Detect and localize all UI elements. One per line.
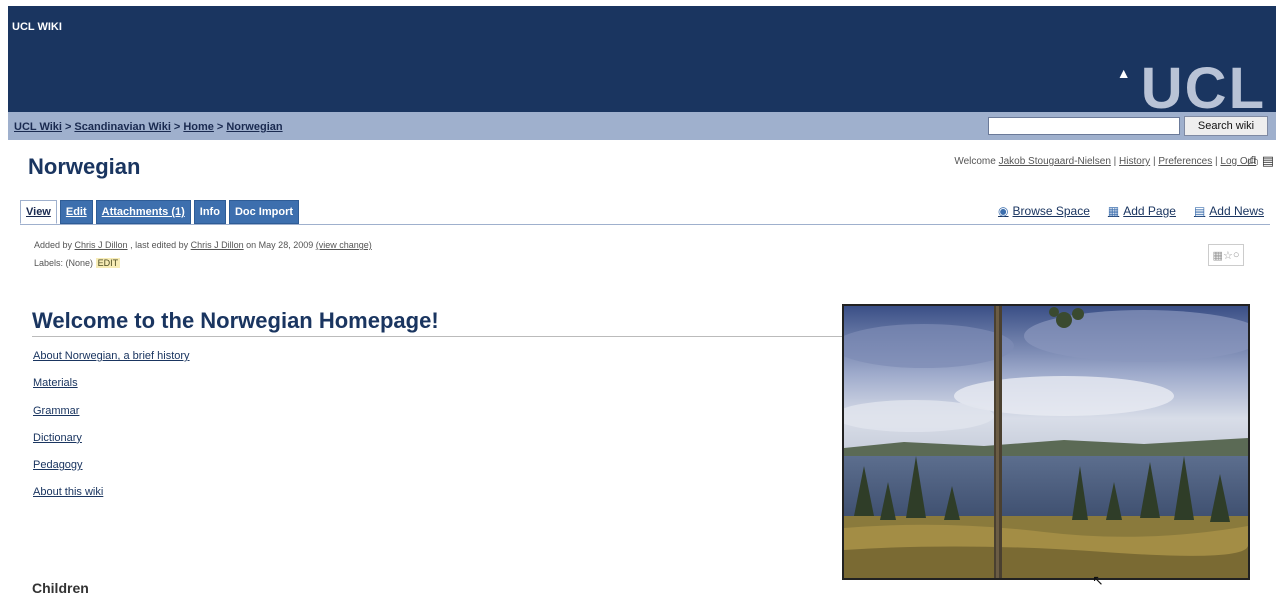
editor-link[interactable]: Chris J Dillon [191,240,244,250]
page-actions: ◉ Browse Space ▦ Add Page ▤ Add News [998,204,1264,218]
ucl-dome-icon: ▲ [1116,65,1133,81]
add-news-link[interactable]: ▤ Add News [1194,204,1264,218]
content-heading: Welcome to the Norwegian Homepage! [32,308,439,333]
landscape-photo [842,304,1250,580]
list-item: Dictionary [33,432,190,459]
view-change-link[interactable]: (view change) [316,240,372,250]
list-item: Pedagogy [33,459,190,486]
history-link[interactable]: History [1119,156,1150,167]
list-item: Materials [33,377,190,404]
author-link[interactable]: Chris J Dillon [75,240,128,250]
page-layout-icon[interactable]: ▦ [1213,249,1223,262]
tab-info[interactable]: Info [193,200,226,224]
dictionary-link[interactable]: Dictionary [33,432,82,444]
pedagogy-link[interactable]: Pedagogy [33,459,83,471]
edit-labels-button[interactable]: EDIT [95,258,121,268]
user-profile-link[interactable]: Jakob Stougaard-Nielsen [999,156,1111,167]
preferences-link[interactable]: Preferences [1158,156,1212,167]
labels-value: (None) [65,258,94,268]
add-news-label: Add News [1209,204,1264,218]
grammar-link[interactable]: Grammar [33,405,79,417]
page-metadata: Added by Chris J Dillon , last edited by… [34,240,372,250]
heading-divider [32,336,842,337]
site-header: UCL WIKI ▲ UCL [8,6,1276,118]
search-wiki-button[interactable]: Search wiki [1184,116,1268,136]
breadcrumb-item-norwegian[interactable]: Norwegian [226,121,282,133]
breadcrumb-item-ucl-wiki[interactable]: UCL Wiki [14,121,62,133]
materials-link[interactable]: Materials [33,377,78,389]
app-title[interactable]: UCL WIKI [12,21,62,33]
children-heading: Children [32,580,89,596]
browse-space-link[interactable]: ◉ Browse Space [998,204,1090,218]
edited-by-prefix: , last edited by [130,240,189,250]
header-tools: ⎙ ▤ [1248,153,1274,169]
list-item: About this wiki [33,486,190,513]
page-tabs: View Edit Attachments (1) Info Doc Impor… [20,200,300,224]
user-bar: Welcome Jakob Stougaard-Nielsen | Histor… [954,156,1256,167]
add-page-link[interactable]: ▦ Add Page [1108,204,1176,218]
content-link-list: About Norwegian, a brief history Materia… [33,350,190,514]
mouse-cursor-icon: ↖ [1092,572,1104,588]
edited-date: on May 28, 2009 [246,240,314,250]
tab-attachments[interactable]: Attachments (1) [95,200,191,224]
browse-space-label: Browse Space [1012,204,1090,218]
breadcrumb-separator: > [173,121,181,133]
add-news-icon: ▤ [1193,204,1206,218]
breadcrumb-item-home[interactable]: Home [183,121,214,133]
add-page-icon: ▦ [1107,204,1120,218]
pdf-export-icon[interactable]: ▤ [1262,153,1274,168]
tab-edit[interactable]: Edit [59,200,93,224]
welcome-text: Welcome [954,156,996,167]
labels-prefix: Labels: [34,258,64,268]
page-title: Norwegian [28,154,141,179]
breadcrumb-bar: UCL Wiki > Scandinavian Wiki > Home > Norwegia… [8,112,1276,140]
search-input[interactable] [988,117,1180,135]
list-item: Grammar [33,405,190,432]
labels-row: Labels: (None) EDIT [34,258,121,268]
added-by-prefix: Added by [34,240,73,250]
about-norwegian-link[interactable]: About Norwegian, a brief history [33,350,190,362]
favourite-star-icon[interactable]: ☆ [1223,249,1233,262]
landscape-photo-graphic [844,306,1248,578]
list-item: About Norwegian, a brief history [33,350,190,377]
breadcrumb-separator: > [216,121,224,133]
print-icon[interactable]: ⎙ [1248,153,1258,168]
globe-icon: ◉ [998,204,1009,218]
watch-icon[interactable]: ○ [1233,249,1240,261]
ucl-logo[interactable]: ▲ UCL [1117,60,1266,118]
page-tools: ▦ ☆ ○ [1208,244,1244,266]
add-page-label: Add Page [1123,204,1176,218]
about-this-wiki-link[interactable]: About this wiki [33,486,103,498]
tab-divider [20,224,1270,225]
breadcrumb: UCL Wiki > Scandinavian Wiki > Home > Norwegia… [14,121,283,133]
breadcrumb-separator: > [64,121,72,133]
tab-doc-import[interactable]: Doc Import [228,200,300,224]
tab-view[interactable]: View [20,200,57,224]
breadcrumb-item-scandinavian-wiki[interactable]: Scandinavian Wiki [74,121,171,133]
